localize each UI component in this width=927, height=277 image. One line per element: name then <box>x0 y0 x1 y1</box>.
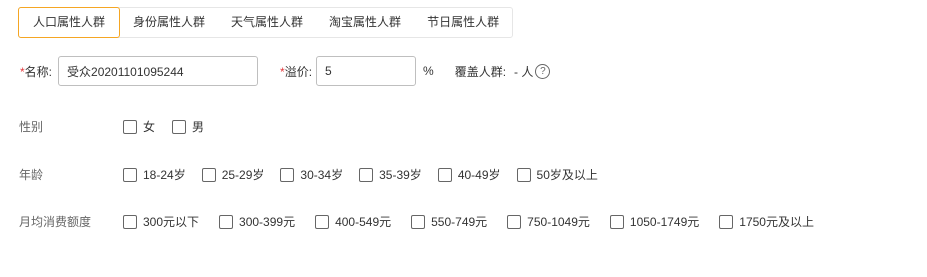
checkbox[interactable] <box>172 119 187 134</box>
checkbox[interactable] <box>123 214 137 229</box>
age-label: 年龄 <box>19 168 44 182</box>
checkbox[interactable] <box>359 167 374 182</box>
age-option[interactable]: 18-24岁 <box>123 166 186 183</box>
tab-holiday[interactable]: 节日属性人群 <box>414 8 512 37</box>
age-options: 18-24岁 25-29岁 30-34岁 35-39岁 40-49岁 50岁及以… <box>123 166 598 183</box>
checkbox[interactable] <box>437 167 452 182</box>
checkbox[interactable] <box>201 167 216 182</box>
tab-identity[interactable]: 身份属性人群 <box>120 8 218 37</box>
checkbox[interactable] <box>219 214 234 229</box>
age-option[interactable]: 25-29岁 <box>201 166 264 183</box>
spending-option[interactable]: 550-749元 <box>411 213 487 230</box>
checkbox[interactable] <box>411 214 426 229</box>
tab-bar: 人口属性人群 身份属性人群 天气属性人群 淘宝属性人群 节日属性人群 <box>18 7 514 38</box>
premium-label: *溢价: <box>280 64 313 79</box>
spending-label: 月均消费额度 <box>19 215 92 229</box>
spending-options: 300元以下 300-399元 400-549元 550-749元 750-10… <box>123 213 814 230</box>
spending-option[interactable]: 300元以下 <box>123 213 199 230</box>
gender-label: 性别 <box>19 120 44 134</box>
checkbox[interactable] <box>516 167 531 182</box>
name-label: *名称: <box>20 64 53 79</box>
checkbox[interactable] <box>609 214 624 229</box>
coverage-label: 覆盖人群: <box>454 64 507 79</box>
age-option[interactable]: 35-39岁 <box>359 166 422 183</box>
spending-option[interactable]: 1750元及以上 <box>719 213 814 230</box>
spending-option[interactable]: 1050-1749元 <box>609 213 699 230</box>
gender-option-female[interactable]: 女 <box>123 118 155 135</box>
gender-options: 女 男 <box>123 118 204 135</box>
spending-option[interactable]: 400-549元 <box>315 213 391 230</box>
checkbox[interactable] <box>719 214 734 229</box>
age-option[interactable]: 40-49岁 <box>437 166 501 183</box>
checkbox[interactable] <box>507 214 522 229</box>
tab-population[interactable]: 人口属性人群 <box>18 7 121 38</box>
spending-option[interactable]: 750-1049元 <box>507 213 590 230</box>
gender-option-male[interactable]: 男 <box>172 118 204 135</box>
tab-weather[interactable]: 天气属性人群 <box>218 8 316 37</box>
help-icon[interactable]: ? <box>535 63 551 79</box>
checkbox[interactable] <box>123 167 137 182</box>
premium-input[interactable] <box>316 56 417 86</box>
premium-unit: % <box>423 64 434 78</box>
checkbox[interactable] <box>123 119 137 134</box>
checkbox[interactable] <box>315 214 330 229</box>
age-option[interactable]: 50岁及以上 <box>516 166 598 183</box>
name-input[interactable] <box>58 56 259 86</box>
form-row: *名称: *溢价: % 覆盖人群: - 人 ? <box>20 56 551 86</box>
age-option[interactable]: 30-34岁 <box>280 166 343 183</box>
coverage-value: - 人 <box>514 64 534 79</box>
tab-taobao[interactable]: 淘宝属性人群 <box>316 8 414 37</box>
spending-option[interactable]: 300-399元 <box>219 213 295 230</box>
checkbox[interactable] <box>280 167 295 182</box>
